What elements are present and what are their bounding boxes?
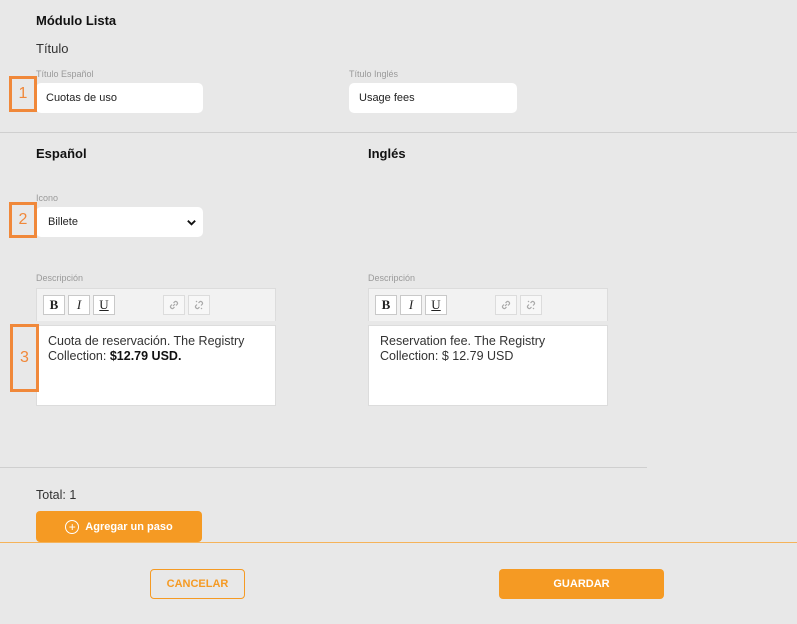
cancel-button[interactable]: CANCELAR — [150, 569, 245, 599]
link-icon[interactable] — [163, 295, 185, 315]
description-en-text: Reservation fee. The Registry Collection… — [380, 334, 546, 363]
annotation-marker-3: 3 — [10, 324, 39, 392]
save-button[interactable]: GUARDAR — [499, 569, 664, 599]
section-divider-top — [0, 132, 797, 133]
add-step-button[interactable]: + Agregar un paso — [36, 511, 202, 542]
total-count: Total: 1 — [36, 488, 77, 502]
description-es-label: Descripción — [36, 273, 84, 283]
icon-select-value: Billete — [48, 216, 78, 228]
link-icon[interactable] — [495, 295, 517, 315]
section-subtitle: Título — [36, 41, 69, 56]
title-es-label: Título Español — [36, 69, 94, 79]
description-es-bold-text: $12.79 USD. — [109, 349, 182, 363]
column-header-en: Inglés — [368, 146, 406, 161]
description-en-editor[interactable]: Reservation fee. The Registry Collection… — [368, 325, 608, 406]
add-step-label: Agregar un paso — [85, 520, 173, 533]
column-header-es: Español — [36, 146, 87, 161]
italic-button[interactable]: I — [400, 295, 422, 315]
icon-field-label: Icono — [36, 193, 59, 203]
underline-button[interactable]: U — [425, 295, 447, 315]
chevron-down-icon — [187, 219, 196, 226]
title-en-label: Título Inglés — [349, 69, 399, 79]
annotation-marker-1: 1 — [9, 76, 37, 112]
bold-button[interactable]: B — [43, 295, 65, 315]
annotation-marker-2: 2 — [9, 202, 37, 238]
unlink-icon[interactable] — [188, 295, 210, 315]
editor-toolbar-es: B I U — [36, 288, 276, 321]
description-es-editor[interactable]: Cuota de reservación. The Registry Colle… — [36, 325, 276, 406]
bold-button[interactable]: B — [375, 295, 397, 315]
italic-button[interactable]: I — [68, 295, 90, 315]
footer-divider — [0, 542, 797, 543]
section-divider-bottom — [0, 467, 647, 468]
title-es-input[interactable] — [36, 83, 203, 113]
editor-toolbar-en: B I U — [368, 288, 608, 321]
icon-select[interactable]: Billete — [36, 207, 203, 237]
module-title: Módulo Lista — [36, 13, 117, 28]
underline-button[interactable]: U — [93, 295, 115, 315]
unlink-icon[interactable] — [520, 295, 542, 315]
description-en-label: Descripción — [368, 273, 416, 283]
title-en-input[interactable] — [349, 83, 517, 113]
plus-circle-icon: + — [65, 519, 80, 534]
